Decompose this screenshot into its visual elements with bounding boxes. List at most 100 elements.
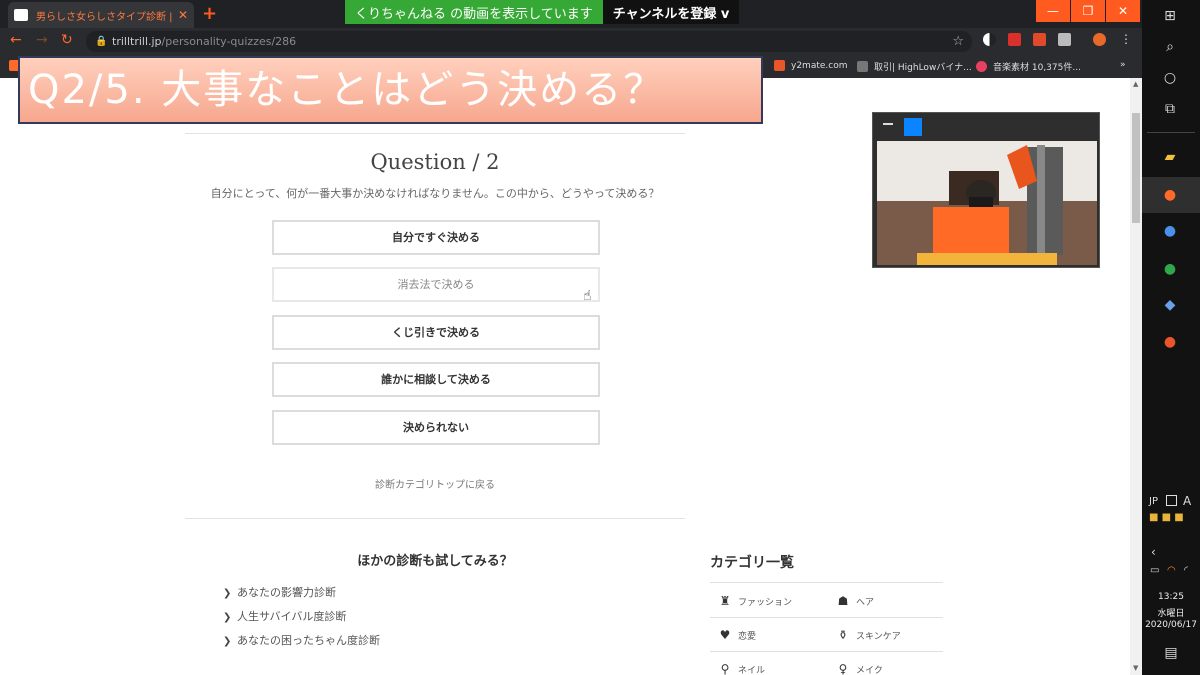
youtube-overlay-banner: くりちゃんねる の動画を表示しています チャンネルを登録 v: [345, 0, 740, 24]
bottle-icon: ⚱: [837, 628, 849, 642]
category-item[interactable]: ⚱ スキンケア: [836, 628, 901, 642]
pocket-extension-icon[interactable]: [1008, 33, 1021, 46]
site-favicon-icon: [14, 9, 28, 21]
dark-mode-extension-icon[interactable]: [983, 33, 996, 46]
chrome-icon[interactable]: ●: [1159, 184, 1181, 206]
task-view-icon[interactable]: ⧉: [1159, 98, 1181, 120]
hand-cursor-icon: ☝: [583, 288, 592, 304]
category-item[interactable]: ⚲ ネイル: [718, 662, 765, 675]
subscribe-button[interactable]: チャンネルを登録 v: [602, 0, 740, 24]
other-quizzes-list: ❯ あなたの影響力診断 ❯ 人生サバイバル度診断 ❯ あなたの困ったちゃん度診断: [223, 584, 380, 656]
notepad-icon[interactable]: ◆: [1159, 294, 1181, 316]
scroll-down-icon[interactable]: ▼: [1133, 664, 1138, 672]
category-item[interactable]: ♜ ファッション: [718, 594, 792, 608]
browser-menu-icon[interactable]: ⋮: [1120, 33, 1133, 46]
dress-icon: ♜: [719, 594, 731, 608]
list-item[interactable]: ❯ 人生サバイバル度診断: [223, 608, 380, 632]
question-title: Question / 2: [370, 150, 500, 174]
webcam-window[interactable]: [872, 112, 1100, 268]
url-host: trilltrill.jp: [112, 35, 162, 48]
search-icon[interactable]: ⌕: [1159, 36, 1181, 58]
headphones-icon[interactable]: ◠: [1167, 565, 1176, 576]
question-description: 自分にとって、何が一番大事か決めなければなりません。この中から、どうやって決める…: [210, 187, 660, 200]
category-item[interactable]: ♀ メイク: [836, 662, 883, 675]
scroll-up-icon[interactable]: ▲: [1133, 80, 1138, 88]
webcam-video: [877, 141, 1097, 265]
bookmark-favicon-icon: [976, 61, 987, 72]
bookmark-favicon-icon: [774, 60, 785, 71]
scrollbar-thumb[interactable]: [1132, 113, 1140, 223]
back-to-category-link[interactable]: 診断カテゴリトップに戻る: [185, 476, 685, 491]
file-explorer-icon[interactable]: ▰: [1159, 146, 1181, 168]
divider: [710, 582, 943, 583]
tab-close-icon[interactable]: ✕: [178, 8, 188, 22]
answer-button[interactable]: くじ引きで決める: [272, 315, 600, 350]
language-indicator[interactable]: JP: [1149, 496, 1158, 507]
chevron-right-icon: ❯: [223, 636, 232, 647]
show-hidden-icons-icon[interactable]: ‹: [1151, 545, 1156, 559]
makeup-icon: ♀: [838, 662, 848, 675]
answer-button[interactable]: 誰かに相談して決める: [272, 362, 600, 397]
pdf-extension-icon[interactable]: [1033, 33, 1046, 46]
category-list-title: カテゴリ一覧: [710, 555, 794, 571]
bookmark-item[interactable]: 音楽素材 10,375件...: [976, 60, 1081, 73]
new-tab-button[interactable]: +: [202, 3, 217, 24]
powerpoint-icon[interactable]: ●: [1159, 331, 1181, 353]
barcode-extension-icon[interactable]: [1058, 33, 1071, 46]
battery-icon[interactable]: ▭: [1150, 565, 1159, 576]
divider: [710, 651, 943, 652]
category-item[interactable]: ☗ ヘア: [836, 594, 874, 608]
answer-button[interactable]: 消去法で決める: [272, 267, 600, 302]
bookmark-item[interactable]: 取引| HighLowバイナ...: [857, 60, 972, 73]
showing-channel-text: くりちゃんねる の動画を表示しています: [345, 0, 603, 24]
wifi-icon[interactable]: ◜: [1184, 565, 1188, 576]
minimize-window-icon[interactable]: —: [1036, 0, 1070, 22]
restore-window-icon[interactable]: ❐: [1071, 0, 1105, 22]
browser-toolbar: ← → ↻ 🔒 trilltrill.jp/personality-quizze…: [0, 28, 1142, 54]
url-path: /personality-quizzes/286: [161, 35, 297, 48]
bookmarks-overflow-icon[interactable]: »: [1120, 60, 1126, 70]
cortana-icon[interactable]: ○: [1159, 67, 1181, 89]
bookmark-favicon-icon: [857, 61, 868, 72]
clock-weekday: 水曜日: [1157, 609, 1185, 619]
browser-tab[interactable]: 男らしさ女らしさタイプ診断 | TRILL【ト ✕: [8, 2, 194, 28]
forward-arrow-icon[interactable]: →: [36, 32, 48, 48]
divider: [185, 518, 685, 519]
profile-avatar-icon[interactable]: [1093, 33, 1106, 46]
bookmark-item[interactable]: y2mate.com: [774, 60, 847, 71]
answer-button[interactable]: 決められない: [272, 410, 600, 445]
action-center-icon[interactable]: ▤: [1160, 642, 1182, 664]
webcam-app-icon: [904, 118, 922, 136]
minimize-icon[interactable]: [883, 123, 893, 125]
page-scrollbar[interactable]: ▲ ▼: [1130, 78, 1142, 675]
close-window-icon[interactable]: ✕: [1106, 0, 1140, 22]
tray-icons[interactable]: ■ ■ ■: [1149, 512, 1184, 523]
lock-icon: 🔒: [95, 36, 108, 47]
tray-app-icon[interactable]: [1166, 495, 1177, 506]
category-item[interactable]: ♥ 恋愛: [718, 628, 756, 642]
divider: [185, 133, 685, 134]
reload-icon[interactable]: ↻: [61, 32, 73, 48]
chevron-right-icon: ❯: [223, 612, 232, 623]
question-overlay-banner: Q2/5. 大事なことはどう決める？: [18, 56, 763, 124]
bookmark-star-icon[interactable]: ☆: [952, 31, 964, 52]
heart-icon: ♥: [719, 628, 731, 642]
hair-icon: ☗: [837, 594, 849, 608]
webcam-scene-image: [877, 141, 1097, 265]
list-item[interactable]: ❯ あなたの影響力診断: [223, 584, 380, 608]
address-bar[interactable]: 🔒 trilltrill.jp/personality-quizzes/286 …: [86, 31, 972, 52]
tab-title: 男らしさ女らしさタイプ診断 | TRILL【ト: [36, 11, 174, 23]
webcam-title-bar[interactable]: [873, 113, 1099, 139]
nail-polish-icon: ⚲: [720, 662, 730, 675]
other-quizzes-title: ほかの診断も試してみる？: [357, 554, 513, 569]
ime-indicator[interactable]: A: [1183, 494, 1191, 508]
divider: [1147, 132, 1195, 133]
windows-start-icon[interactable]: ⊞: [1159, 5, 1181, 27]
back-arrow-icon[interactable]: ←: [10, 32, 22, 48]
answer-button[interactable]: 自分ですぐ決める: [272, 220, 600, 255]
clock-time[interactable]: 13:25: [1142, 592, 1200, 602]
line-app-icon[interactable]: ●: [1159, 258, 1181, 280]
chrome-alt-icon[interactable]: ●: [1159, 220, 1181, 242]
list-item[interactable]: ❯ あなたの困ったちゃん度診断: [223, 632, 380, 656]
chevron-right-icon: ❯: [223, 588, 232, 599]
